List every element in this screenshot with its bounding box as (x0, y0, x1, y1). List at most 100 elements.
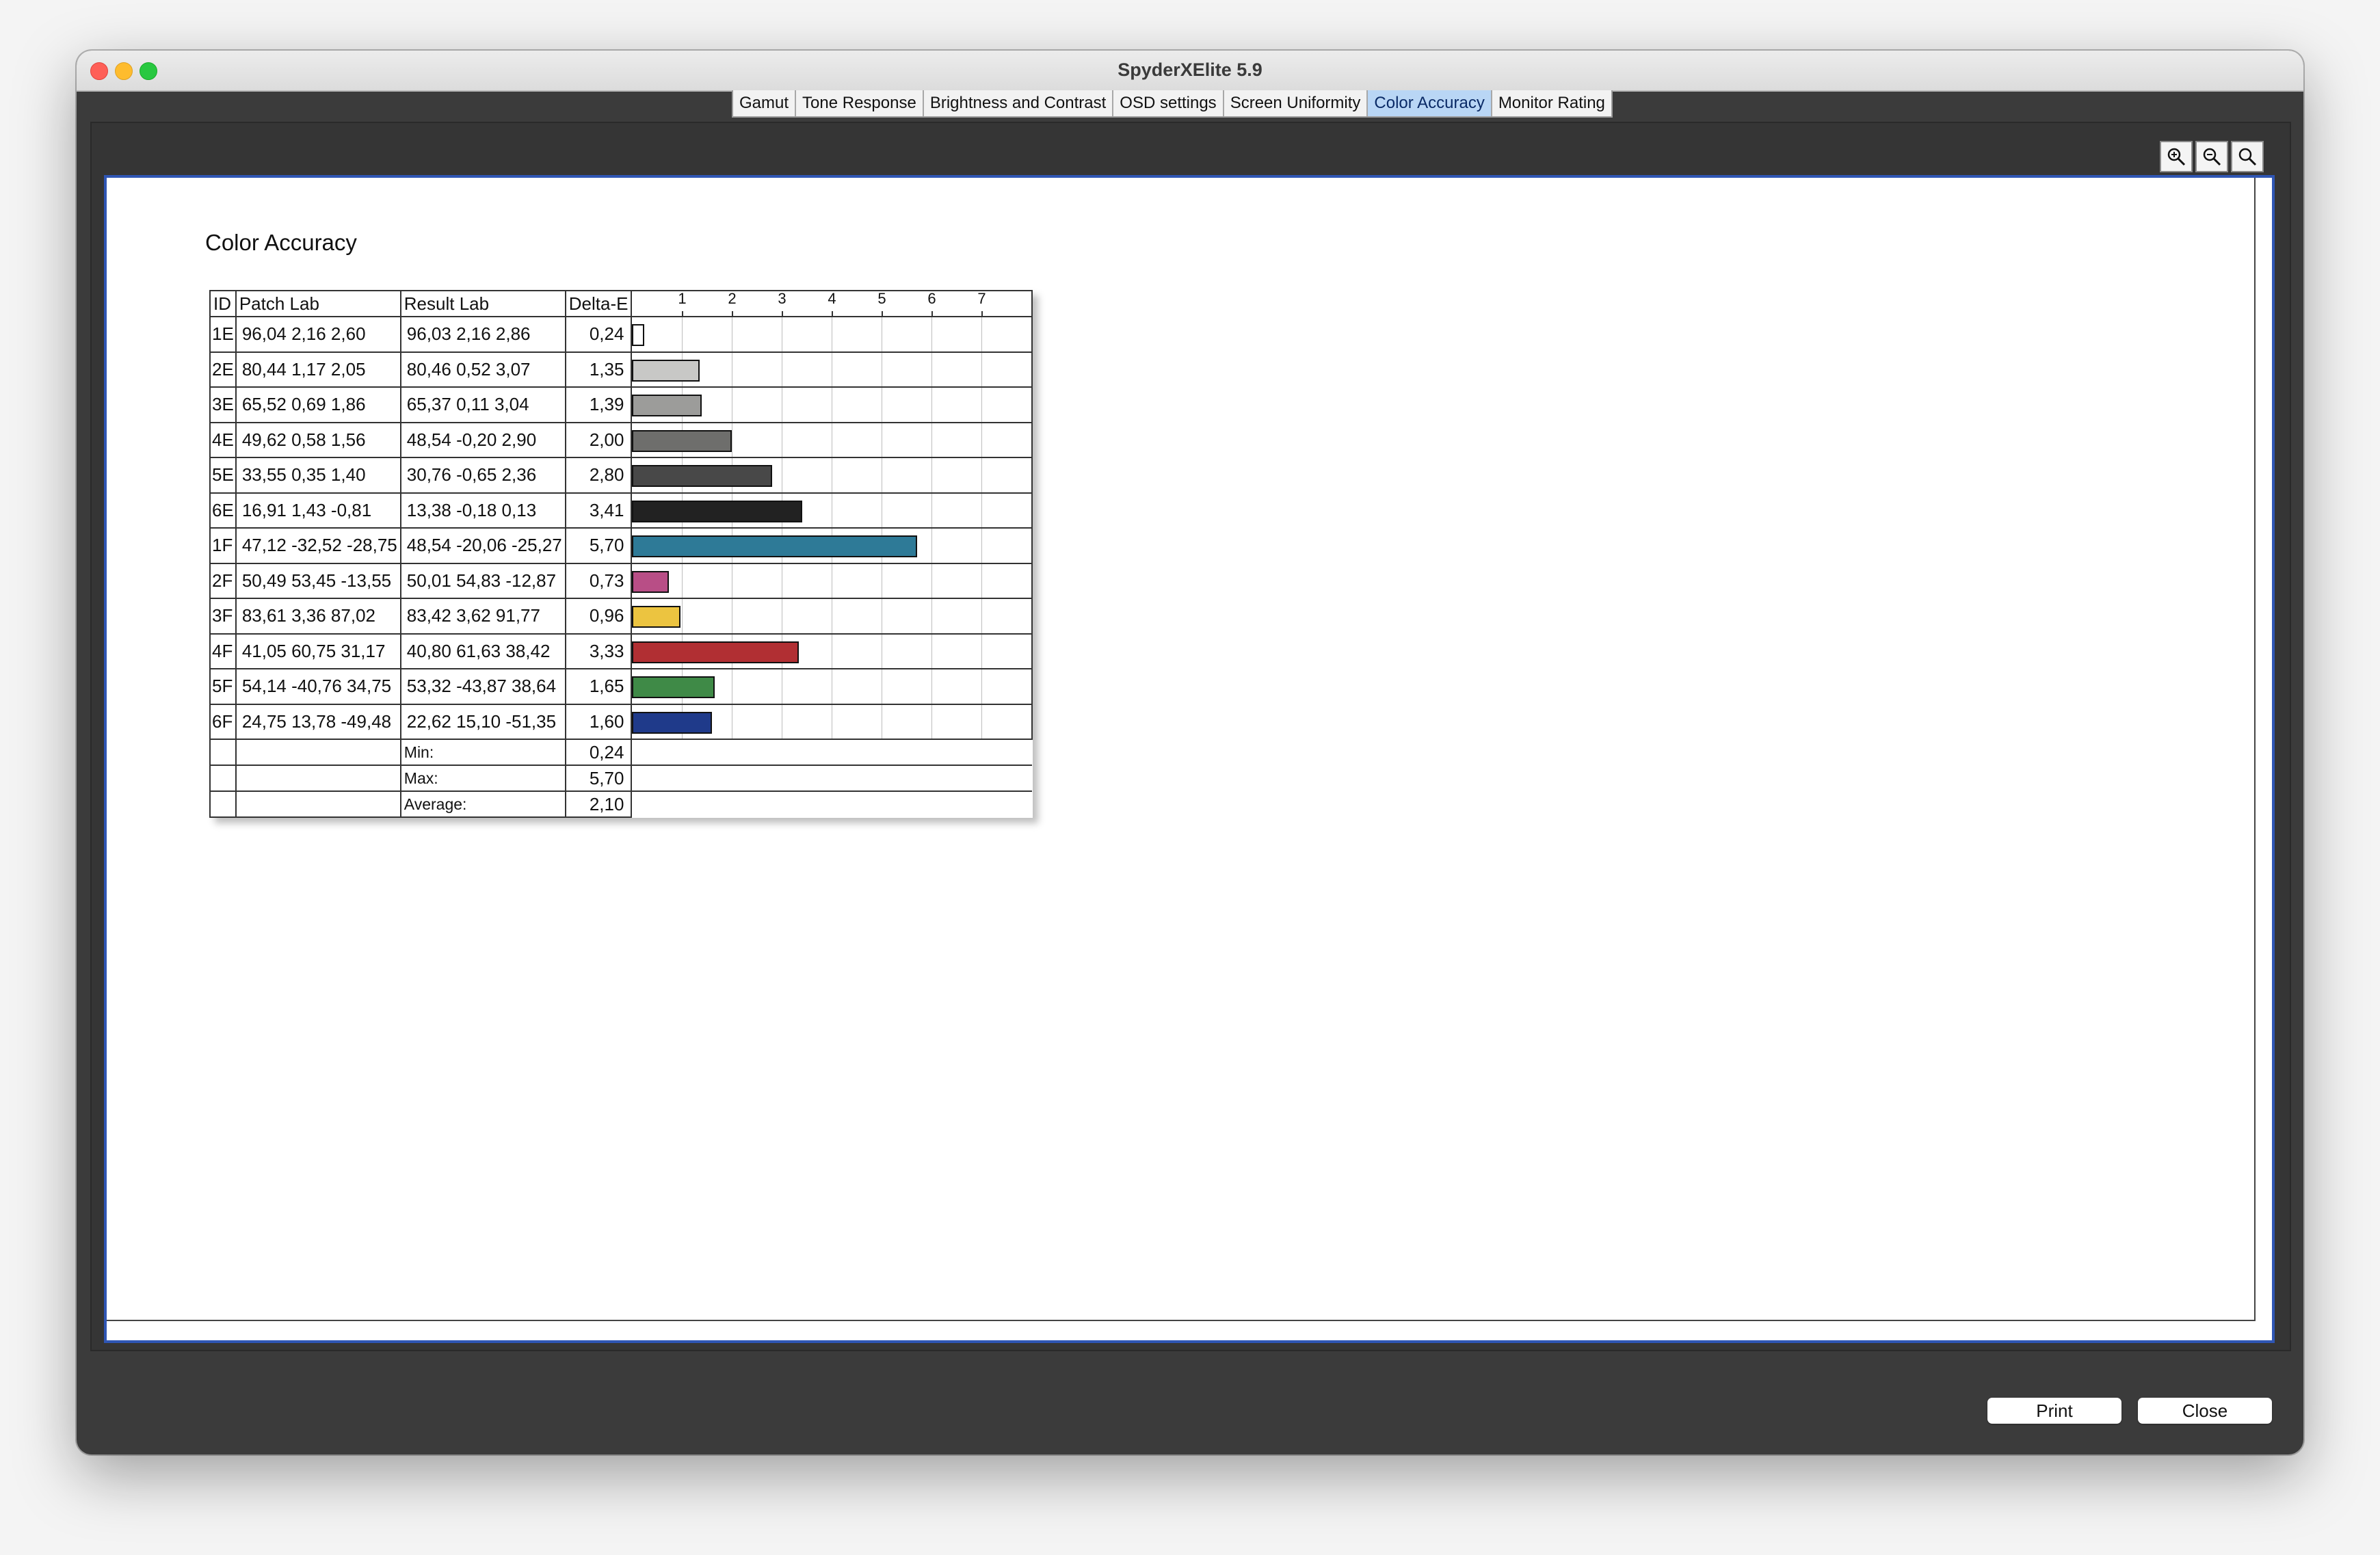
summary-blank (235, 739, 401, 766)
zoom-out-button[interactable] (2195, 141, 2228, 172)
delta-e-axis: 1 2 3 4 5 6 7 (631, 290, 1033, 317)
tab-monitor-rating[interactable]: Monitor Rating (1492, 90, 1611, 116)
delta-e-bar-cell (631, 386, 1033, 423)
axis-tick-mark (682, 311, 684, 316)
table-row: 5F 54,14 -40,76 34,75 53,32 -43,87 38,64 1,… (209, 668, 1033, 705)
grid-line (931, 599, 933, 633)
axis-tick-label: 1 (678, 290, 687, 307)
patch-id: 2F (209, 562, 237, 599)
result-lab: 53,32 -43,87 38,64 (399, 668, 566, 705)
tab-tone-response[interactable]: Tone Response (796, 90, 924, 116)
delta-e-value: 0,73 (564, 562, 633, 599)
tab-osd-settings[interactable]: OSD settings (1113, 90, 1224, 116)
header-result-lab: Result Lab (399, 290, 566, 317)
delta-e-bar (632, 535, 917, 557)
patch-lab: 54,14 -40,76 34,75 (235, 668, 401, 705)
header-id: ID (209, 290, 237, 317)
summary-empty-chart (631, 739, 1033, 765)
summary-blank (235, 765, 401, 792)
print-button[interactable]: Print (1987, 1398, 2121, 1424)
window-title: SpyderXElite 5.9 (1118, 59, 1262, 80)
grid-line (682, 599, 683, 633)
header-patch-lab: Patch Lab (235, 290, 401, 317)
zoom-fit-button[interactable] (2231, 141, 2264, 172)
table-row: 1E 96,04 2,16 2,60 96,03 2,16 2,86 0,24 (209, 316, 1033, 353)
delta-e-value: 2,00 (564, 421, 633, 458)
table-row: 5E 33,55 0,35 1,40 30,76 -0,65 2,36 2,80 (209, 457, 1033, 494)
delta-e-bar-cell (631, 457, 1033, 494)
patch-lab: 96,04 2,16 2,60 (235, 316, 401, 353)
report-title: Color Accuracy (205, 230, 357, 255)
axis-tick-label: 7 (977, 290, 986, 307)
table-row: 2E 80,44 1,17 2,05 80,46 0,52 3,07 1,35 (209, 351, 1033, 388)
delta-e-value: 1,60 (564, 703, 633, 740)
report-area[interactable]: Color Accuracy ID Patch Lab Result Lab D… (104, 175, 2275, 1343)
patch-id: 2E (209, 351, 237, 388)
tab-color-accuracy[interactable]: Color Accuracy (1368, 90, 1492, 116)
delta-e-bar-cell (631, 562, 1033, 599)
patch-lab: 33,55 0,35 1,40 (235, 457, 401, 494)
tab-brightness-and-contrast[interactable]: Brightness and Contrast (923, 90, 1114, 116)
patch-id: 5E (209, 457, 237, 494)
table-row: 6F 24,75 13,78 -49,48 22,62 15,10 -51,35 1,… (209, 703, 1033, 740)
summary-empty-chart (631, 790, 1033, 817)
grid-line (931, 352, 933, 386)
patch-lab: 49,62 0,58 1,56 (235, 421, 401, 458)
delta-e-bar (632, 676, 715, 698)
patch-id: 6F (209, 703, 237, 740)
patch-id: 1F (209, 527, 237, 564)
close-button[interactable]: Close (2138, 1398, 2272, 1424)
grid-line (931, 317, 933, 351)
delta-e-bar-cell (631, 598, 1033, 635)
summary-row: Max: 5,70 (209, 765, 1033, 792)
result-lab: 40,80 61,63 38,42 (399, 633, 566, 669)
patch-id: 5F (209, 668, 237, 705)
axis-tick-label: 6 (927, 290, 936, 307)
table-row: 4E 49,62 0,58 1,56 48,54 -0,20 2,90 2,00 (209, 421, 1033, 458)
summary-label: Average: (399, 790, 566, 818)
grid-line (981, 529, 983, 563)
app-window: SpyderXElite 5.9 Gamut Tone Response Brigh… (77, 51, 2303, 1454)
delta-e-bar (632, 711, 713, 734)
header-delta-e: Delta-E (564, 290, 633, 317)
result-lab: 48,54 -20,06 -25,27 (399, 527, 566, 564)
delta-e-bar (632, 500, 803, 522)
grid-line (682, 563, 683, 598)
zoom-in-button[interactable] (2160, 141, 2193, 172)
grid-line (931, 388, 933, 422)
axis-tick-mark (732, 311, 734, 316)
delta-e-bar-cell (631, 351, 1033, 388)
zoom-in-icon (2167, 148, 2186, 166)
result-lab: 96,03 2,16 2,86 (399, 316, 566, 353)
patch-lab: 24,75 13,78 -49,48 (235, 703, 401, 740)
grid-line (981, 634, 983, 668)
grid-line (682, 317, 683, 351)
table-row: 6E 16,91 1,43 -0,81 13,38 -0,18 0,13 3,41 (209, 492, 1033, 529)
delta-e-bar (632, 324, 644, 346)
title-bar[interactable]: SpyderXElite 5.9 (77, 51, 2303, 92)
delta-e-value: 2,80 (564, 457, 633, 494)
grid-line (981, 704, 983, 739)
axis-tick-mark (832, 311, 834, 316)
grid-line (931, 634, 933, 668)
summary-row: Min: 0,24 (209, 739, 1033, 766)
zoom-fit-icon (2238, 148, 2257, 166)
patch-lab: 80,44 1,17 2,05 (235, 351, 401, 388)
grid-line (981, 599, 983, 633)
axis-tick-mark (882, 311, 884, 316)
table-header-row: ID Patch Lab Result Lab Delta-E 1 2 3 4 5 6 7 (209, 290, 1033, 317)
delta-e-value: 1,39 (564, 386, 633, 423)
zoom-toolbar (2157, 141, 2264, 172)
grid-line (981, 423, 983, 457)
grid-line (931, 563, 933, 598)
grid-line (931, 529, 933, 563)
delta-e-bar (632, 395, 702, 416)
summary-value: 2,10 (564, 790, 633, 818)
axis-tick-label: 3 (778, 290, 786, 307)
summary-label: Max: (399, 765, 566, 792)
summary-blank (235, 790, 401, 818)
tab-gamut[interactable]: Gamut (733, 90, 797, 116)
patch-lab: 16,91 1,43 -0,81 (235, 492, 401, 529)
tab-screen-uniformity[interactable]: Screen Uniformity (1224, 90, 1368, 116)
delta-e-bar (632, 570, 669, 593)
